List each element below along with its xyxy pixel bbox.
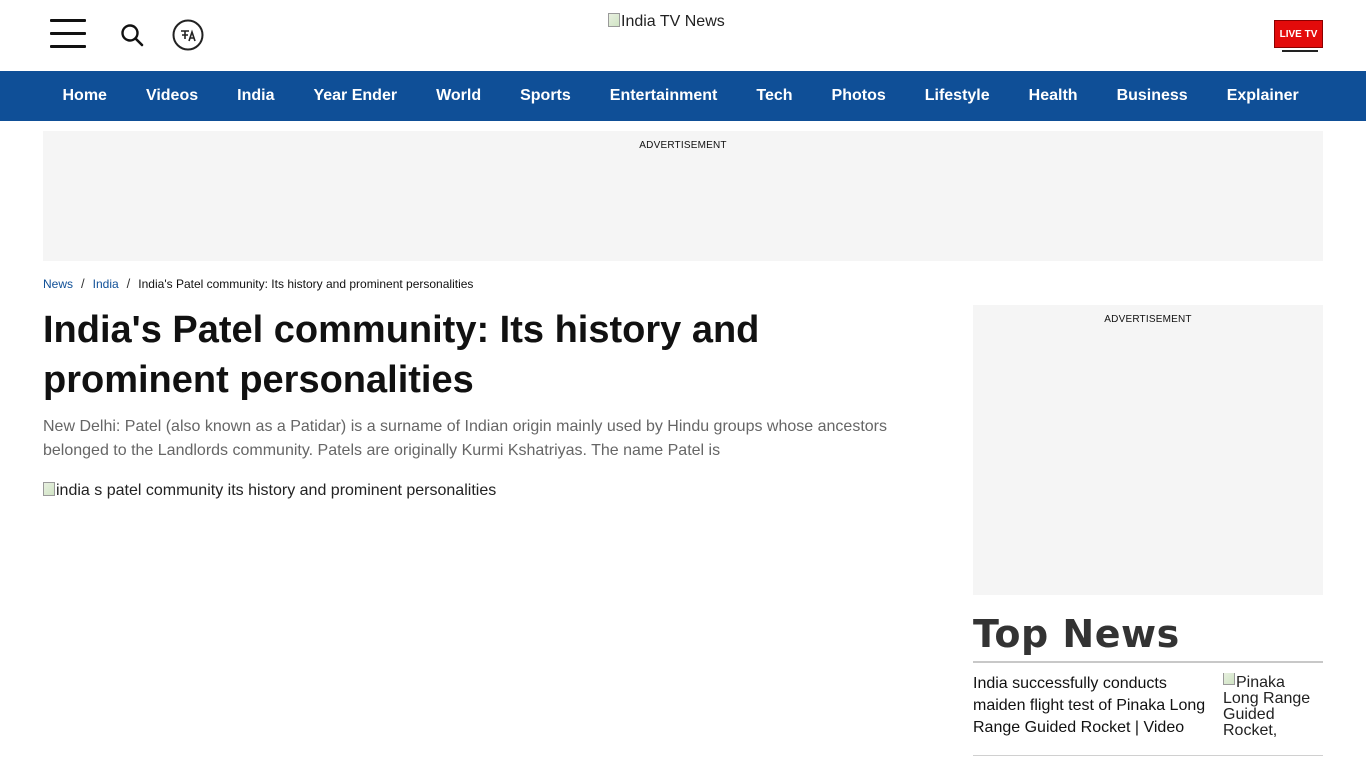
top-news-item-divider <box>973 755 1323 756</box>
broken-image-icon <box>608 13 620 27</box>
nav-item-videos[interactable]: Videos <box>126 71 217 121</box>
advertisement-sidebar[interactable]: ADVERTISEMENT <box>973 305 1323 595</box>
nav-item-lifestyle[interactable]: Lifestyle <box>905 71 1009 121</box>
broken-image-icon <box>1223 673 1235 685</box>
article-title: India's Patel community: Its history and… <box>43 309 760 401</box>
top-news-thumbnail-alt: Pinaka Long Range Guided Rocket, DRDO <box>1223 674 1311 740</box>
nav-item-world[interactable]: World <box>417 71 501 121</box>
article-image: india s patel community its history and … <box>43 482 496 500</box>
nav-item-sports[interactable]: Sports <box>501 71 591 121</box>
ad-label: ADVERTISEMENT <box>1104 314 1192 325</box>
nav-item-tech[interactable]: Tech <box>737 71 812 121</box>
advertisement-banner[interactable]: ADVERTISEMENT <box>43 131 1323 261</box>
breadcrumb-link-india[interactable]: India <box>93 277 119 291</box>
language-switch-icon[interactable] <box>172 19 204 51</box>
nav-item-health[interactable]: Health <box>1009 71 1097 121</box>
article-summary: New Delhi: Patel (also known as a Patida… <box>43 418 887 459</box>
ad-label: ADVERTISEMENT <box>639 140 727 151</box>
nav-item-explainer[interactable]: Explainer <box>1207 71 1318 121</box>
site-logo[interactable]: India TV News <box>608 13 725 31</box>
hamburger-menu-icon[interactable] <box>50 19 86 50</box>
breadcrumb-separator: / <box>81 276 85 291</box>
breadcrumb-separator: / <box>126 276 131 291</box>
top-news-thumbnail[interactable]: Pinaka Long Range Guided Rocket, DRDO <box>1223 673 1323 739</box>
nav-item-photos[interactable]: Photos <box>812 71 905 121</box>
nav-item-entertainment[interactable]: Entertainment <box>590 71 737 121</box>
top-news-heading: Top News <box>973 612 1180 656</box>
top-news-headline[interactable]: India successfully conducts maiden fligh… <box>973 673 1213 739</box>
search-icon[interactable] <box>120 23 146 49</box>
nav-item-year-ender[interactable]: Year Ender <box>294 71 417 121</box>
breadcrumb-current: India's Patel community: Its history and… <box>138 276 474 291</box>
live-tv-button[interactable]: LIVE TV <box>1274 20 1323 48</box>
breadcrumb-link-news[interactable]: News <box>43 277 73 291</box>
article-image-alt: india s patel community its history and … <box>56 482 497 499</box>
logo-alt-text: India TV News <box>621 13 725 30</box>
broken-image-icon <box>43 482 55 496</box>
main-nav: Home Videos India Year Ender World Sports Ente… <box>0 71 1366 121</box>
top-news-item[interactable]: India successfully conducts maiden fligh… <box>973 663 1323 755</box>
nav-item-business[interactable]: Business <box>1097 71 1207 121</box>
nav-list: Home Videos India Year Ender World Sports Ente… <box>0 71 1366 121</box>
site-header: India TV News LIVE TV <box>0 0 1366 71</box>
live-tv-underline <box>1282 50 1318 52</box>
nav-item-india[interactable]: India <box>218 71 294 121</box>
breadcrumb: News / India / India's Patel community: … <box>43 276 473 291</box>
nav-item-home[interactable]: Home <box>43 71 126 121</box>
